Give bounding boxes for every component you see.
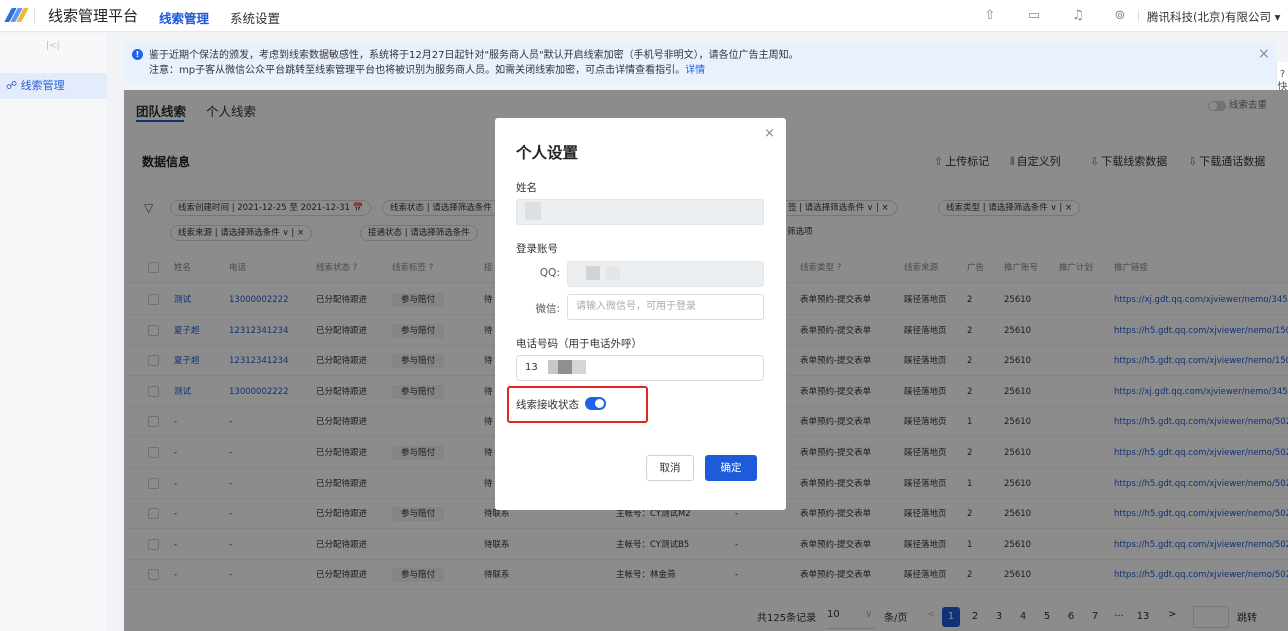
divider: [1138, 10, 1139, 22]
phone-input[interactable]: 13: [516, 355, 764, 381]
company-switcher[interactable]: 腾讯科技(北京)有限公司 ▾: [1147, 9, 1280, 25]
phone-label: 电话号码（用于电话外呼）: [516, 338, 642, 350]
notice-banner: ! 鉴于近期个保法的颁发，考虑到线索数据敏感性，系统将于12月27日起针对"服务…: [124, 43, 1276, 83]
close-icon[interactable]: ×: [764, 126, 775, 141]
dialog-title: 个人设置: [516, 144, 579, 162]
divider: [34, 9, 35, 23]
sidebar-collapse-icon[interactable]: |<|: [46, 41, 60, 51]
redacted-value: [571, 360, 586, 374]
nav-clue-management[interactable]: 线索管理: [159, 8, 209, 27]
app-title: 线索管理平台: [48, 7, 139, 25]
help-icon[interactable]: ⊚: [1112, 8, 1128, 24]
upload-icon[interactable]: ⇧: [982, 8, 998, 24]
document-icon[interactable]: ▭: [1026, 8, 1042, 24]
receive-status-toggle[interactable]: [585, 397, 606, 410]
nav-system-settings[interactable]: 系统设置: [230, 8, 280, 27]
wechat-placeholder: 请输入微信号，可用于登录: [576, 301, 696, 312]
redacted-value: [557, 360, 572, 374]
link-icon: ☍: [6, 79, 21, 92]
close-icon[interactable]: ×: [1258, 47, 1270, 62]
sidebar-item-clue-management[interactable]: ☍ 线索管理: [0, 73, 107, 99]
account-label: 登录账号: [516, 243, 558, 255]
info-icon: !: [132, 49, 143, 60]
name-label: 姓名: [516, 182, 537, 194]
wechat-label: 微信:: [535, 303, 560, 315]
bell-icon[interactable]: ♫: [1070, 8, 1086, 24]
name-field: [516, 199, 764, 225]
redacted-value: [525, 202, 541, 220]
redacted-value: [547, 360, 558, 374]
notice-detail-link[interactable]: 详情: [685, 65, 705, 76]
personal-settings-dialog: × 个人设置 姓名 登录账号 QQ: 微信: 请输入微信号，可用于登录 电话号码…: [495, 118, 786, 510]
qq-label: QQ:: [539, 267, 560, 279]
phone-prefix: 13: [525, 362, 538, 373]
help-circle-icon: ?: [1279, 69, 1286, 80]
redacted-value: [586, 266, 600, 280]
top-bar: 线索管理平台 线索管理 系统设置 ⇧ ▭ ♫ ⊚ 腾讯科技(北京)有限公司 ▾: [0, 0, 1288, 32]
app-logo[interactable]: [4, 8, 29, 22]
cancel-button[interactable]: 取消: [646, 455, 694, 481]
redacted-value: [606, 266, 620, 280]
qq-field: [567, 261, 764, 287]
notice-line-2: 注意：mp子客从微信公众平台跳转至线索管理平台也将被识别为服务商人员。如需关闭线…: [149, 65, 706, 76]
notice-line-1: 鉴于近期个保法的颁发，考虑到线索数据敏感性，系统将于12月27日起针对"服务商人…: [149, 50, 799, 61]
sidebar: |<| ☍ 线索管理: [0, 33, 107, 631]
sidebar-item-label: 线索管理: [20, 79, 65, 92]
confirm-button[interactable]: 确定: [705, 455, 757, 481]
wechat-input[interactable]: 请输入微信号，可用于登录: [567, 294, 764, 320]
receive-status-label: 线索接收状态: [516, 399, 579, 411]
